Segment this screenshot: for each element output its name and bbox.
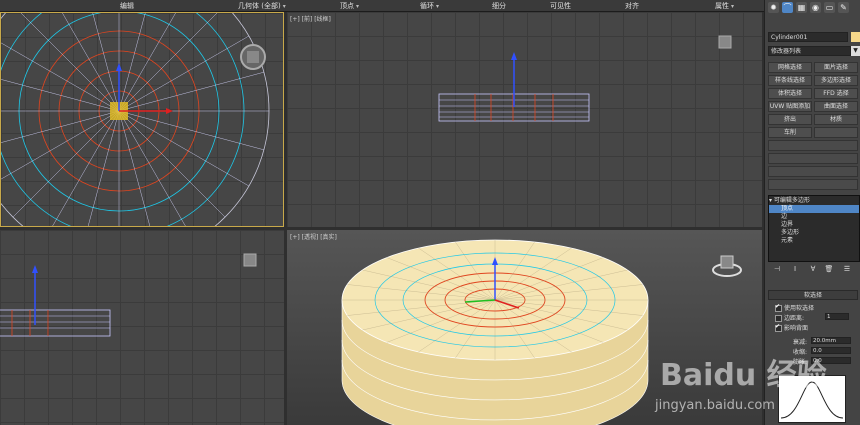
viewport-top[interactable] [0, 12, 284, 227]
falloff-label: 衰减: [793, 339, 808, 346]
volume-select-button[interactable]: 体积选择 [768, 88, 812, 99]
edge-distance-spinner[interactable]: 1 [825, 313, 849, 320]
extrude-button[interactable]: 挤出 [768, 114, 812, 125]
object-name-field[interactable]: Cylinder001 [768, 32, 848, 42]
edge-distance-label: 边距离: [784, 315, 805, 322]
empty-modifier-slot[interactable] [768, 179, 858, 190]
lathe-button[interactable]: 车削 [768, 127, 812, 138]
stack-root[interactable]: ▾ 可编辑多边形 [769, 197, 859, 205]
front-view-mesh [438, 35, 732, 122]
stack-item-border[interactable]: 边界 [769, 221, 859, 229]
ribbon-loop[interactable]: 循环 ▾ [420, 1, 439, 11]
edge-distance-checkbox[interactable] [775, 315, 782, 322]
ribbon-subdivide[interactable]: 细分 [492, 1, 506, 11]
chevron-down-icon: ▾ [282, 3, 286, 10]
watermark-brand: Baidu 经验 [660, 358, 827, 393]
chevron-down-icon: ▾ [731, 3, 735, 10]
mesh-select-button[interactable]: 网格选择 [768, 62, 812, 73]
modify-tab-icon[interactable]: ⌒ [782, 2, 793, 13]
poly-select-button[interactable]: 多边形选择 [814, 75, 858, 86]
viewport-left[interactable] [0, 230, 284, 425]
modifier-stack[interactable]: ▾ 可编辑多边形 顶点 边 边界 多边形 元素 [768, 195, 860, 262]
stack-item-element[interactable]: 元素 [769, 237, 859, 245]
ribbon-properties[interactable]: 属性 ▾ [715, 1, 734, 11]
left-view-mesh [0, 253, 257, 337]
modifier-list-dropdown[interactable]: 修改器列表 [768, 46, 851, 56]
empty-modifier-slot[interactable] [768, 153, 858, 164]
hierarchy-tab-icon[interactable]: ▦ [796, 2, 807, 13]
stack-toolbar: ⊣ Ⅰ ∀ 🗑 ☰ [768, 264, 858, 276]
top-view-mesh [1, 13, 270, 226]
configure-sets-icon[interactable]: ☰ [842, 264, 852, 274]
patch-select-button[interactable]: 面片选择 [814, 62, 858, 73]
chevron-down-icon: ▾ [436, 3, 440, 10]
soft-selection-rollout[interactable]: 软选择 [768, 290, 858, 300]
ribbon-edit[interactable]: 编辑 [120, 1, 134, 11]
display-tab-icon[interactable]: ▭ [824, 2, 835, 13]
uvw-map-add-button[interactable]: UVW 贴图添加 [768, 101, 812, 112]
baidu-watermark: Baidu 经验 jingyan.baidu.com [650, 350, 827, 425]
falloff-spinner[interactable]: 20.0mm [811, 337, 851, 344]
chevron-down-icon[interactable]: ▼ [851, 46, 860, 56]
remove-modifier-icon[interactable]: 🗑 [824, 264, 834, 274]
affect-backfacing-label: 影响背面 [784, 325, 809, 332]
watermark-url: jingyan.baidu.com [655, 398, 775, 413]
use-soft-selection-label: 使用软选择 [784, 305, 815, 312]
show-end-result-icon[interactable]: Ⅰ [790, 264, 800, 274]
ribbon-visibility[interactable]: 可见性 [550, 1, 571, 11]
ribbon-align[interactable]: 对齐 [625, 1, 639, 11]
create-tab-icon[interactable]: ✹ [768, 2, 779, 13]
affect-backfacing-checkbox[interactable] [775, 323, 782, 332]
make-unique-icon[interactable]: ∀ [808, 264, 818, 274]
use-soft-selection-checkbox[interactable] [775, 303, 782, 312]
empty-modifier-slot[interactable] [768, 140, 858, 151]
ribbon-geometry[interactable]: 几何体 (全部) ▾ [238, 1, 286, 11]
stack-item-vertex[interactable]: 顶点 [769, 205, 859, 213]
empty-modifier-slot[interactable] [814, 127, 858, 138]
spline-select-button[interactable]: 样条线选择 [768, 75, 812, 86]
object-color-swatch[interactable] [851, 32, 860, 42]
surface-select-button[interactable]: 曲面选择 [814, 101, 858, 112]
ffd-select-button[interactable]: FFD 选择 [814, 88, 858, 99]
motion-tab-icon[interactable]: ◉ [810, 2, 821, 13]
ribbon-bar: 编辑 几何体 (全部) ▾ 顶点 ▾ 循环 ▾ 细分 可见性 对齐 属性 ▾ [0, 0, 764, 12]
empty-modifier-slot[interactable] [768, 166, 858, 177]
viewport-front[interactable]: [+] [前] [线框] [287, 12, 762, 227]
pin-stack-icon[interactable]: ⊣ [772, 264, 782, 274]
ribbon-vertex[interactable]: 顶点 ▾ [340, 1, 359, 11]
utilities-tab-icon[interactable]: ✎ [838, 2, 849, 13]
chevron-down-icon: ▾ [356, 3, 360, 10]
stack-item-edge[interactable]: 边 [769, 213, 859, 221]
material-button[interactable]: 材质 [814, 114, 858, 125]
stack-item-polygon[interactable]: 多边形 [769, 229, 859, 237]
